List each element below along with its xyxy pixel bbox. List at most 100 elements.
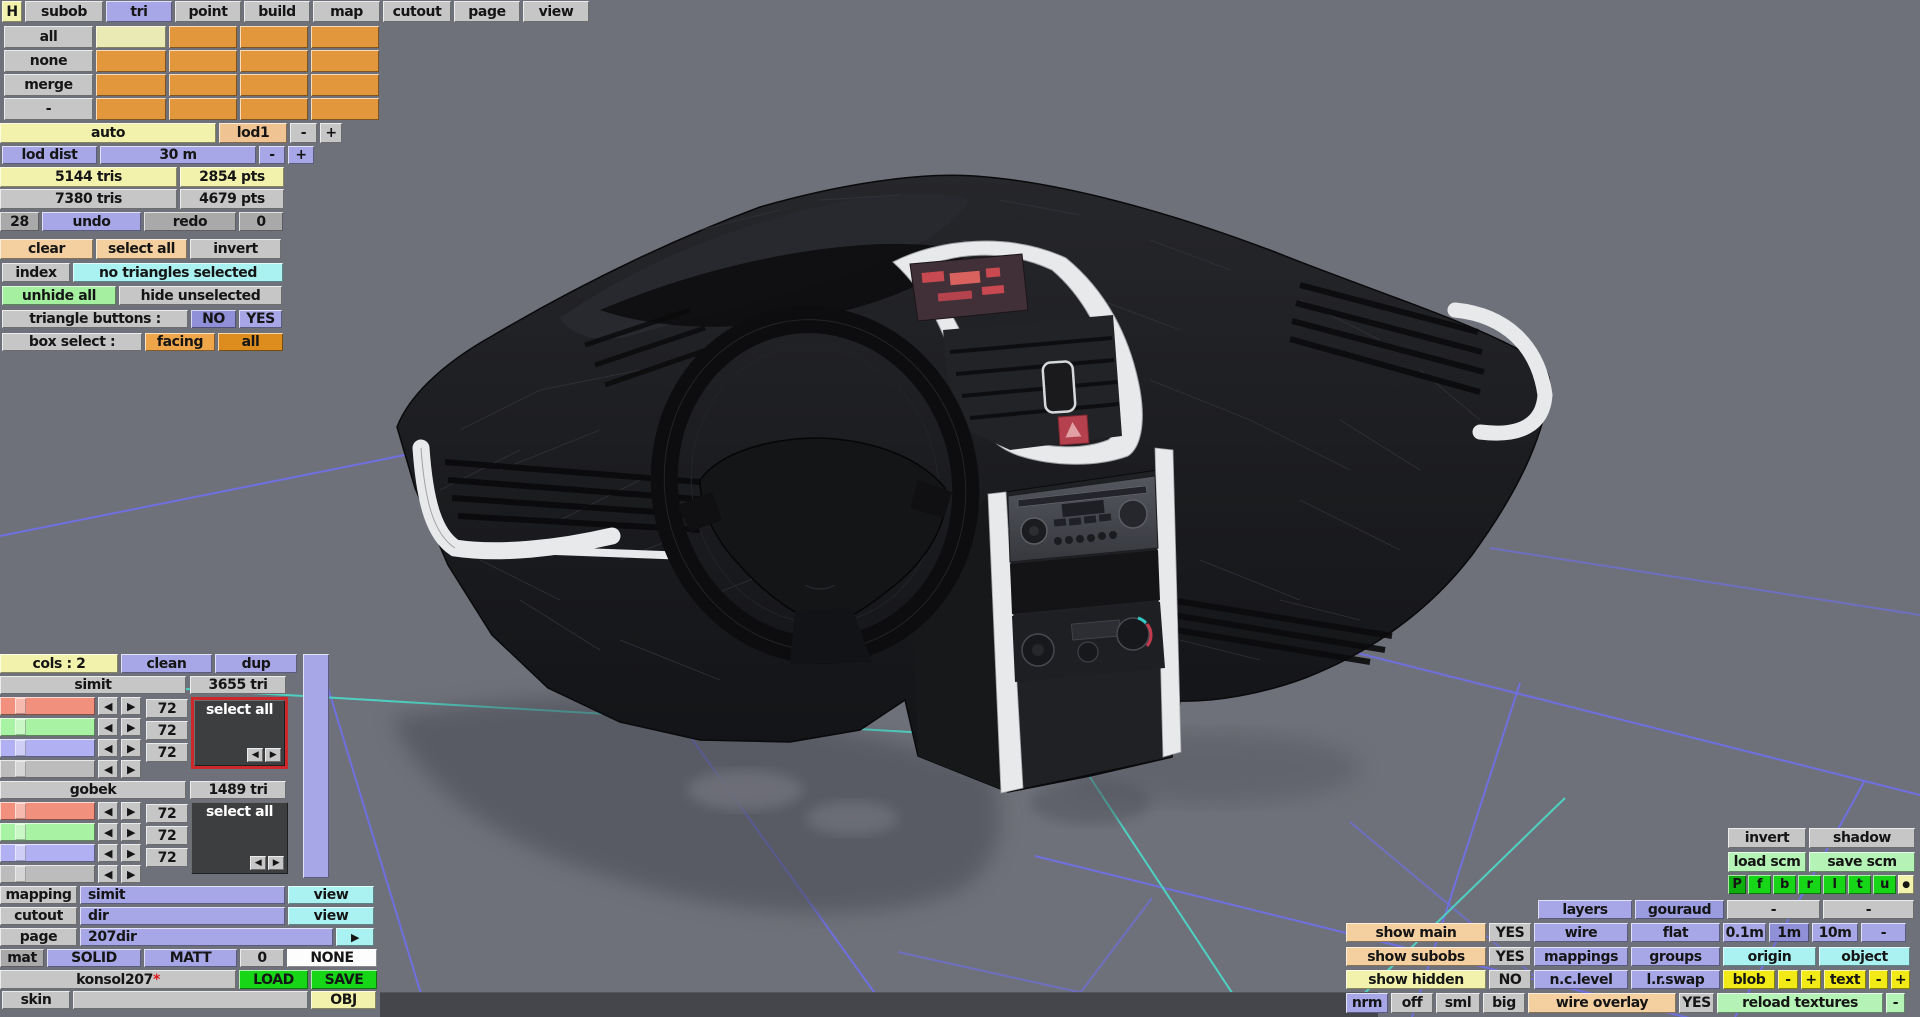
subob-grid-cell[interactable] (240, 26, 308, 48)
menu-item-build[interactable]: build (244, 1, 310, 22)
menu-item-cutout[interactable]: cutout (383, 1, 451, 22)
grid-01m-button[interactable]: 0.1m (1723, 923, 1766, 942)
reload-dash-button[interactable]: - (1886, 993, 1905, 1013)
color-slider[interactable] (0, 865, 95, 883)
subob-row-all[interactable]: all (4, 26, 93, 48)
lod-dist-minus[interactable]: - (259, 146, 285, 164)
cutout-value[interactable]: dir (80, 907, 285, 925)
subob-grid-cell[interactable] (311, 98, 379, 120)
text-minus-button[interactable]: - (1869, 970, 1888, 989)
subob-grid-cell[interactable] (96, 74, 166, 96)
show-hidden-button[interactable]: show hidden (1346, 970, 1486, 989)
slider-right-button[interactable]: ▶ (121, 844, 141, 862)
menu-item-tri-active[interactable]: tri (106, 1, 172, 22)
slider-right-button[interactable]: ▶ (121, 718, 141, 736)
slider-left-button[interactable]: ◀ (98, 865, 118, 883)
reload-textures-button[interactable]: reload textures (1717, 993, 1883, 1013)
flat-button[interactable]: flat (1631, 923, 1720, 942)
blob-plus-button[interactable]: + (1801, 970, 1821, 989)
text-plus-button[interactable]: + (1891, 970, 1910, 989)
clean-button[interactable]: clean (121, 654, 212, 673)
color-slider[interactable] (0, 802, 95, 820)
mat-solid-button[interactable]: SOLID (47, 949, 141, 967)
subob-grid-cell[interactable] (311, 50, 379, 72)
menu-item-point[interactable]: point (175, 1, 241, 22)
shadow-button[interactable]: shadow (1809, 828, 1915, 848)
menu-item-view[interactable]: view (523, 1, 589, 22)
lrswap-button[interactable]: l.r.swap (1631, 970, 1720, 989)
slider-right-button[interactable]: ▶ (121, 697, 141, 715)
subob-grid-cell[interactable] (169, 26, 237, 48)
subob-grid-cell[interactable] (96, 98, 166, 120)
subob-grid-cell[interactable] (240, 98, 308, 120)
skin-button[interactable]: skin (2, 991, 70, 1009)
index-button[interactable]: index (2, 263, 70, 282)
select-all-button[interactable]: select all (96, 239, 187, 259)
mat-none-button[interactable]: NONE (287, 949, 377, 967)
group-select-all-box[interactable]: select all ◀ ▶ (191, 697, 288, 769)
color-slider[interactable] (0, 718, 95, 736)
slider-right-button[interactable]: ▶ (121, 865, 141, 883)
select-all-label[interactable]: select all (194, 700, 285, 718)
lod-plus-button[interactable]: + (320, 123, 342, 143)
subob-grid-cell[interactable] (311, 74, 379, 96)
file-name[interactable]: konsol207 * (0, 970, 236, 989)
groups-scrollbar[interactable] (303, 654, 329, 878)
grid-10m-button[interactable]: 10m (1812, 923, 1858, 942)
obj-button[interactable]: OBJ (311, 991, 376, 1009)
slider-left-button[interactable]: ◀ (98, 802, 118, 820)
menu-item-subob[interactable]: subob (25, 1, 103, 22)
nrm-sml-button[interactable]: sml (1436, 993, 1480, 1013)
unhide-all-button[interactable]: unhide all (2, 286, 116, 305)
nrm-off-button[interactable]: off (1391, 993, 1433, 1013)
clear-button[interactable]: clear (0, 239, 93, 259)
show-subobs-toggle[interactable]: YES (1489, 947, 1531, 966)
slider-left-button[interactable]: ◀ (98, 823, 118, 841)
save-button[interactable]: SAVE (311, 970, 377, 989)
subob-grid-cell[interactable] (311, 26, 379, 48)
triangle-buttons-no[interactable]: NO (191, 310, 236, 328)
subob-grid-cell[interactable] (240, 74, 308, 96)
slider-left-button[interactable]: ◀ (98, 760, 118, 778)
slider-right-button[interactable]: ▶ (121, 739, 141, 757)
nrm-button[interactable]: nrm (1346, 993, 1388, 1013)
mat-number[interactable]: 0 (240, 949, 284, 967)
nclevel-button[interactable]: n.c.level (1534, 970, 1628, 989)
lod-minus-button[interactable]: - (290, 123, 317, 143)
nrm-big-button[interactable]: big (1483, 993, 1525, 1013)
slider-right-button[interactable]: ▶ (121, 823, 141, 841)
slider-left-button[interactable]: ◀ (98, 718, 118, 736)
object-button[interactable]: object (1819, 947, 1910, 966)
box-next-button[interactable]: ▶ (265, 748, 281, 762)
subob-row-merge[interactable]: merge (4, 74, 93, 96)
cutout-view-button[interactable]: view (288, 907, 374, 925)
view-right-button[interactable]: r (1798, 875, 1821, 894)
group-name[interactable]: simit (0, 676, 186, 694)
blob-minus-button[interactable]: - (1778, 970, 1798, 989)
color-slider[interactable] (0, 760, 95, 778)
text-button[interactable]: text (1824, 970, 1866, 989)
mappings-button[interactable]: mappings (1534, 947, 1628, 966)
slider-left-button[interactable]: ◀ (98, 697, 118, 715)
box-prev-button[interactable]: ◀ (250, 856, 266, 870)
blob-button[interactable]: blob (1723, 970, 1775, 989)
lod-dist-plus[interactable]: + (288, 146, 314, 164)
show-main-toggle[interactable]: YES (1489, 923, 1531, 942)
gouraud-button[interactable]: gouraud (1635, 900, 1724, 919)
load-scm-button[interactable]: load scm (1728, 852, 1806, 872)
page-value[interactable]: 207dir (80, 928, 333, 946)
subob-row-dash[interactable]: - (4, 98, 93, 120)
menu-item-page[interactable]: page (454, 1, 520, 22)
menu-item-H[interactable]: H (2, 1, 22, 22)
box-select-all[interactable]: all (218, 333, 283, 351)
layers-dash2-button[interactable]: - (1823, 900, 1914, 919)
show-subobs-button[interactable]: show subobs (1346, 947, 1486, 966)
invert-button[interactable]: invert (190, 239, 281, 259)
box-prev-button[interactable]: ◀ (247, 748, 263, 762)
slider-right-button[interactable]: ▶ (121, 802, 141, 820)
group-name[interactable]: gobek (0, 781, 186, 799)
subob-row-none[interactable]: none (4, 50, 93, 72)
subob-grid-cell[interactable] (169, 50, 237, 72)
load-button[interactable]: LOAD (239, 970, 308, 989)
save-scm-button[interactable]: save scm (1809, 852, 1915, 872)
